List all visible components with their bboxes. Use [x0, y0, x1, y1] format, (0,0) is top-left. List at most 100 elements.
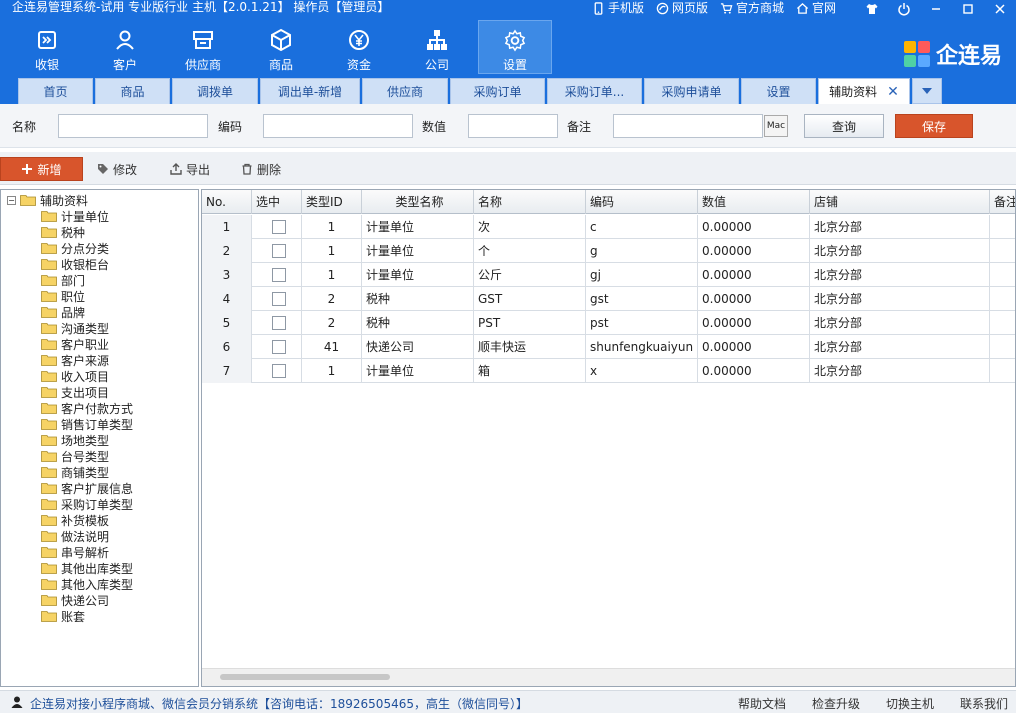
save-button[interactable]: 保存 [895, 114, 973, 138]
tree-item[interactable]: 收入项目 [41, 368, 109, 384]
table-row[interactable]: 5 2 税种 PST pst 0.00000 北京分部 [202, 311, 1015, 335]
table-row[interactable]: 3 1 计量单位 公斤 gj 0.00000 北京分部 [202, 263, 1015, 287]
tab-supplier[interactable]: 供应商 [362, 78, 448, 104]
tree-item[interactable]: 账套 [41, 608, 85, 624]
tree-item[interactable]: 沟通类型 [41, 320, 109, 336]
column-header[interactable]: 备注 [990, 190, 1015, 214]
nav-settings[interactable]: 设置 [478, 20, 552, 74]
column-header[interactable]: 选中 [252, 190, 302, 214]
table-row[interactable]: 4 2 税种 GST gst 0.00000 北京分部 [202, 287, 1015, 311]
tree-item[interactable]: 分点分类 [41, 240, 109, 256]
collapse-icon[interactable]: − [7, 195, 16, 205]
tab-label: 商品 [120, 85, 145, 99]
name-input[interactable] [58, 114, 208, 138]
official-site-link[interactable]: 官网 [796, 0, 836, 16]
nav-cashier[interactable]: 收银 [8, 20, 86, 74]
column-header[interactable]: 数值 [698, 190, 810, 214]
row-checkbox[interactable] [271, 220, 286, 234]
close-button[interactable] [984, 0, 1016, 18]
column-header[interactable]: No. [202, 190, 252, 214]
table-row[interactable]: 6 41 快递公司 顺丰快运 shunfengkuaiyun 0.00000 北京分部 [202, 335, 1015, 359]
switch-host-link[interactable]: 切换主机 [886, 695, 934, 712]
value-input[interactable] [468, 114, 558, 138]
tree-item[interactable]: 快递公司 [41, 592, 109, 608]
minimize-button[interactable] [920, 0, 952, 18]
tab-close-icon[interactable]: ✕ [887, 84, 899, 100]
row-checkbox[interactable] [271, 292, 286, 306]
tree-item[interactable]: 支出项目 [41, 384, 109, 400]
row-checkbox[interactable] [271, 364, 286, 378]
tree-item[interactable]: 职位 [41, 288, 85, 304]
tree-item[interactable]: 销售订单类型 [41, 416, 133, 432]
web-link[interactable]: 网页版 [656, 0, 708, 16]
row-checkbox[interactable] [271, 340, 286, 354]
check-update-link[interactable]: 检查升级 [812, 695, 860, 712]
tree-item[interactable]: 客户扩展信息 [41, 480, 133, 496]
code-input[interactable] [263, 114, 413, 138]
tree-item[interactable]: 品牌 [41, 304, 85, 320]
column-header[interactable]: 名称 [474, 190, 586, 214]
tree-item[interactable]: 其他入库类型 [41, 576, 133, 592]
column-header[interactable]: 编码 [586, 190, 698, 214]
row-checkbox[interactable] [271, 244, 286, 258]
power-button[interactable] [888, 0, 920, 18]
nav-company[interactable]: 公司 [398, 20, 476, 74]
cell-shop: 北京分部 [810, 215, 990, 239]
store-link[interactable]: 官方商城 [720, 0, 784, 16]
column-header[interactable]: 类型ID [302, 190, 362, 214]
tree-item[interactable]: 客户付款方式 [41, 400, 133, 416]
tab-more-button[interactable] [912, 78, 942, 104]
horizontal-scrollbar[interactable] [202, 668, 1015, 686]
nav-product[interactable]: 商品 [242, 20, 320, 74]
nav-supplier[interactable]: 供应商 [164, 20, 242, 74]
tab-purchase-order-2[interactable]: 采购订单... [547, 78, 642, 104]
nav-funds[interactable]: 资金 [320, 20, 398, 74]
edit-button[interactable]: 修改 [97, 157, 137, 181]
table-row[interactable]: 7 1 计量单位箱 x 0.00000 北京分部 [202, 359, 1015, 383]
tree-item[interactable]: 台号类型 [41, 448, 109, 464]
add-button[interactable]: 新增 [0, 157, 83, 181]
tree-item[interactable]: 收银柜台 [41, 256, 109, 272]
tree-item[interactable]: 做法说明 [41, 528, 109, 544]
table-row[interactable]: 1 1 计量单位次 c 0.00000 北京分部 [202, 215, 1015, 239]
maximize-button[interactable] [952, 0, 984, 18]
tree-item[interactable]: 税种 [41, 224, 85, 240]
tree-item[interactable]: 部门 [41, 272, 85, 288]
mac-button[interactable]: Mac [764, 115, 788, 137]
tab-purchase-order[interactable]: 采购订单 [450, 78, 545, 104]
tree-item[interactable]: 商铺类型 [41, 464, 109, 480]
row-checkbox[interactable] [271, 268, 286, 282]
contact-us-link[interactable]: 联系我们 [960, 695, 1008, 712]
help-docs-link[interactable]: 帮助文档 [738, 695, 786, 712]
tree-item[interactable]: 客户来源 [41, 352, 109, 368]
scrollbar-thumb[interactable] [220, 674, 390, 680]
tab-home[interactable]: 首页 [18, 78, 93, 104]
delete-button[interactable]: 删除 [241, 157, 281, 181]
tab-product[interactable]: 商品 [95, 78, 170, 104]
tree-item[interactable]: 采购订单类型 [41, 496, 133, 512]
tree-item[interactable]: 其他出库类型 [41, 560, 133, 576]
tab-purchase-request[interactable]: 采购申请单 [644, 78, 739, 104]
row-checkbox[interactable] [271, 316, 286, 330]
folder-icon [41, 227, 57, 238]
table-row[interactable]: 2 1 计量单位个 g 0.00000 北京分部 [202, 239, 1015, 263]
tree-item[interactable]: 计量单位 [41, 208, 109, 224]
tab-settings[interactable]: 设置 [741, 78, 816, 104]
nav-customer[interactable]: 客户 [86, 20, 164, 74]
query-button[interactable]: 查询 [804, 114, 884, 138]
column-header[interactable]: 店铺 [810, 190, 990, 214]
tree-item[interactable]: 补货模板 [41, 512, 109, 528]
tab-transfer-out-new[interactable]: 调出单-新增 [260, 78, 360, 104]
tree-item[interactable]: 串号解析 [41, 544, 109, 560]
note-input[interactable] [613, 114, 763, 138]
tree-item[interactable]: 客户职业 [41, 336, 109, 352]
tab-transfer[interactable]: 调拨单 [172, 78, 258, 104]
tree-item[interactable]: 场地类型 [41, 432, 109, 448]
export-button[interactable]: 导出 [170, 157, 210, 181]
column-header[interactable]: 类型名称 [362, 190, 474, 214]
add-button-label: 新增 [37, 162, 62, 177]
tree-root[interactable]: − 辅助资料 [7, 192, 88, 208]
mobile-link[interactable]: 手机版 [592, 0, 644, 16]
skin-button[interactable] [856, 0, 888, 18]
tab-auxiliary-data[interactable]: 辅助资料 ✕ [818, 78, 910, 104]
